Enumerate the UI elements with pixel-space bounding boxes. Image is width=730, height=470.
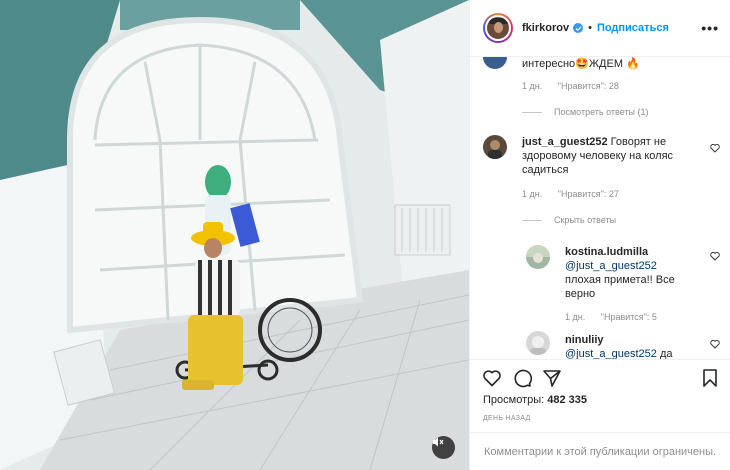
replies-divider xyxy=(522,112,542,113)
comment-text-line-3: садиться xyxy=(522,164,569,176)
reply-text-line-1: плохая примета!! Все xyxy=(565,274,675,286)
comment-avatar[interactable] xyxy=(483,135,507,159)
reply-text-line-2: верно xyxy=(565,288,596,300)
reply-meta: 1 дн. "Нравится": 5 xyxy=(565,312,670,322)
reply-avatar[interactable] xyxy=(526,331,550,355)
comment-likes[interactable]: "Нравится": 28 xyxy=(558,81,619,91)
view-replies-button[interactable]: Посмотреть ответы (1) xyxy=(554,107,649,117)
replies-divider xyxy=(522,220,542,221)
comment-meta: 1 дн. "Нравится": 27 xyxy=(522,189,632,199)
avatar[interactable] xyxy=(483,13,513,43)
comments-list[interactable]: интересно🤩ЖДЕМ 🔥 1 дн. "Нравится": 28 По… xyxy=(470,57,730,359)
verified-badge-icon xyxy=(573,23,584,33)
mute-button[interactable] xyxy=(432,436,455,459)
reply-username[interactable]: ninuliiy xyxy=(565,334,604,346)
views-count[interactable]: Просмотры: 482 335 xyxy=(483,394,587,406)
post-actions: Просмотры: 482 335 ДЕНЬ НАЗАД Комментари… xyxy=(470,359,730,469)
author-username[interactable]: fkirkorov xyxy=(522,22,569,34)
reply-username[interactable]: kostina.ludmilla xyxy=(565,246,648,258)
comment-text-line-2: здоровому человеку на коляс xyxy=(522,150,674,162)
comment-text: интересно🤩ЖДЕМ 🔥 xyxy=(522,58,640,70)
reply-like-heart-icon[interactable] xyxy=(710,251,720,261)
comment-time: 1 дн. xyxy=(522,81,543,91)
reply-mention[interactable]: @just_a_guest252 xyxy=(565,348,657,359)
reply-like-heart-icon[interactable] xyxy=(710,339,720,349)
follow-button[interactable]: Подписаться xyxy=(597,22,669,34)
post-video[interactable] xyxy=(0,0,469,470)
bookmark-icon[interactable] xyxy=(700,368,720,388)
reply-body: kostina.ludmilla @just_a_guest252 плохая… xyxy=(565,245,705,301)
post-date[interactable]: ДЕНЬ НАЗАД xyxy=(483,415,531,422)
comment-meta: 1 дн. "Нравится": 28 xyxy=(522,81,632,91)
reply-text: да xyxy=(659,348,673,359)
comment-username[interactable]: just_a_guest252 xyxy=(522,136,608,148)
reply-body: ninuliiy @just_a_guest252 да xyxy=(565,333,705,359)
comment-text-line-1: Говорят не xyxy=(610,136,667,148)
reply-mention[interactable]: @just_a_guest252 xyxy=(565,260,657,272)
comment-like-heart-icon[interactable] xyxy=(710,143,720,153)
post-sidebar: fkirkorov • Подписаться ••• интересно🤩ЖД… xyxy=(469,0,730,470)
heart-icon[interactable] xyxy=(482,368,502,388)
post-header: fkirkorov • Подписаться ••• xyxy=(470,0,730,57)
comments-disabled-notice: Комментарии к этой публикации ограничены… xyxy=(470,432,730,470)
separator-dot: • xyxy=(588,22,592,34)
more-options-icon[interactable]: ••• xyxy=(701,20,719,36)
reply-likes[interactable]: "Нравится": 5 xyxy=(601,312,657,322)
reply-time: 1 дн. xyxy=(565,312,586,322)
comment-likes[interactable]: "Нравится": 27 xyxy=(558,189,619,199)
comment-icon[interactable] xyxy=(512,368,532,388)
views-label: Просмотры: xyxy=(483,394,545,406)
reply-avatar[interactable] xyxy=(526,245,550,269)
comment-avatar[interactable] xyxy=(483,57,507,69)
comment-body: just_a_guest252 Говорят не здоровому чел… xyxy=(522,135,702,177)
comment-time: 1 дн. xyxy=(522,189,543,199)
video-frame xyxy=(0,0,469,470)
views-value: 482 335 xyxy=(547,394,588,406)
share-icon[interactable] xyxy=(542,368,562,388)
hide-replies-button[interactable]: Скрыть ответы xyxy=(554,215,616,225)
